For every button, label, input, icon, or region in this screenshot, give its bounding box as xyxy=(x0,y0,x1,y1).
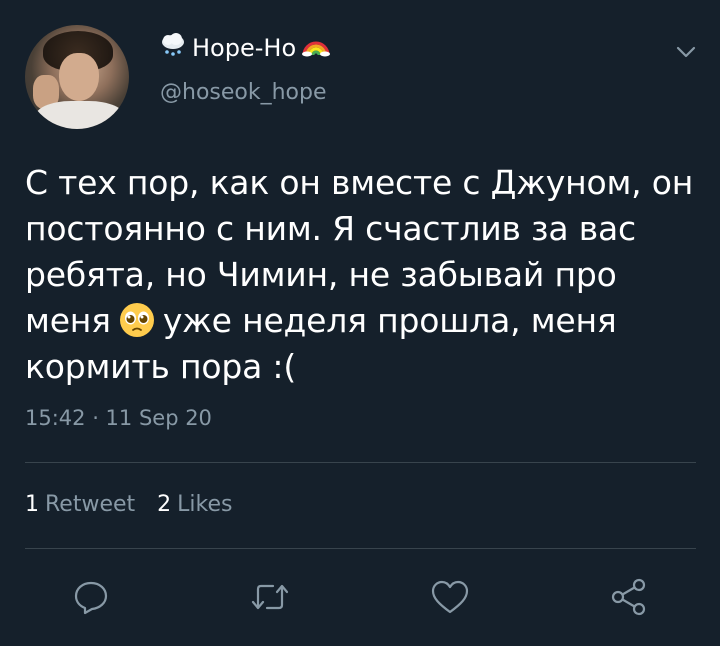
rainbow-emoji-icon xyxy=(302,33,331,62)
display-name[interactable]: Hope-Ho xyxy=(160,33,331,62)
avatar[interactable] xyxy=(25,25,129,129)
user-handle[interactable]: @hoseok_hope xyxy=(160,80,327,105)
tweet-text: С тех пор, как он вместе с Джуном, он по… xyxy=(25,160,705,390)
retweet-icon[interactable] xyxy=(247,574,293,620)
retweets-label: Retweet xyxy=(45,492,136,517)
pleading-face-emoji-icon xyxy=(119,302,155,338)
likes-label: Likes xyxy=(177,492,233,517)
display-name-text: Hope-Ho xyxy=(192,33,297,62)
like-icon[interactable] xyxy=(427,574,473,620)
divider xyxy=(25,462,696,463)
retweets-stat[interactable]: 1 Retweet xyxy=(25,492,135,517)
chevron-down-icon[interactable] xyxy=(672,40,700,64)
divider xyxy=(25,548,696,549)
action-bar xyxy=(0,574,720,620)
tweet-text-part2: уже неделя прошла, меня кормить пора :( xyxy=(25,301,617,386)
tweet-timestamp[interactable]: 15:42 · 11 Sep 20 xyxy=(25,406,212,430)
retweets-count: 1 xyxy=(25,492,39,517)
likes-count: 2 xyxy=(157,492,172,517)
share-icon[interactable] xyxy=(606,574,652,620)
cloud-snow-emoji-icon xyxy=(160,33,186,62)
reply-icon[interactable] xyxy=(68,574,114,620)
tweet-stats: 1 Retweet 2 Likes xyxy=(25,492,232,517)
likes-stat[interactable]: 2 Likes xyxy=(157,492,232,517)
